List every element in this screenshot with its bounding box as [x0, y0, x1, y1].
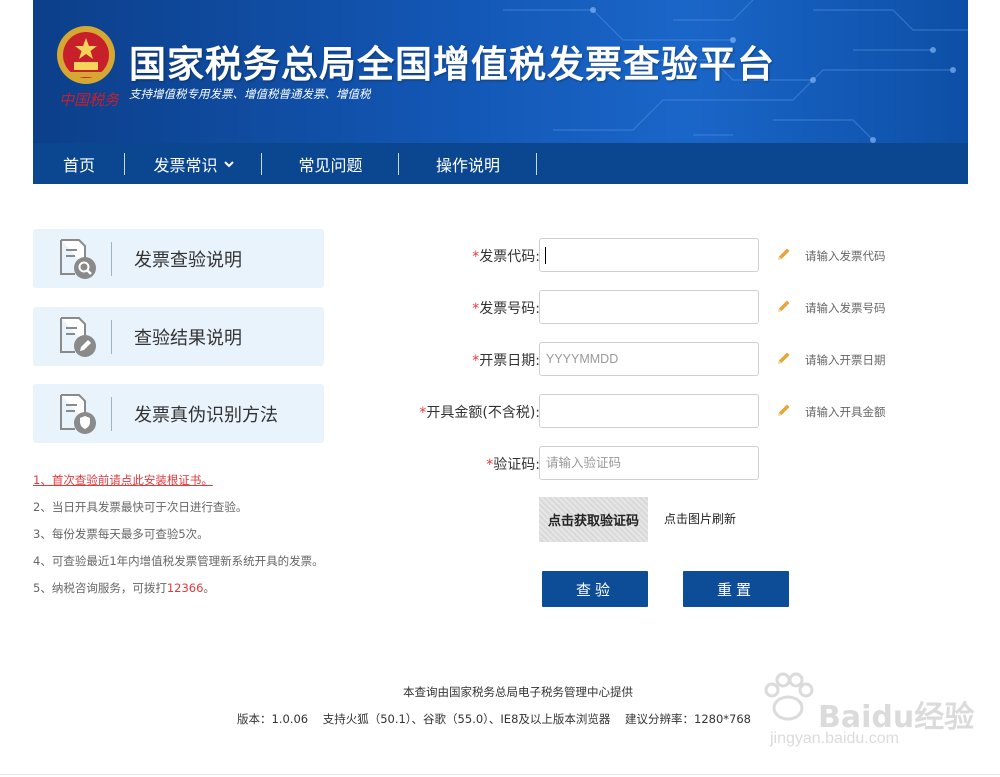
form-row-invoice-number: *发票号码: 请输入发票号码 [330, 290, 930, 324]
note-item: 5、纳税咨询服务，可拨打12366。 [33, 581, 215, 595]
form-row-captcha: *验证码: 请输入验证码 [330, 446, 930, 480]
side-item-verification-guide[interactable]: 发票查验说明 [33, 229, 324, 288]
side-item-result-guide[interactable]: 查验结果说明 [33, 307, 324, 366]
svg-text:中国税务: 中国税务 [59, 91, 119, 109]
nav-item-home[interactable]: 首页 [33, 143, 125, 184]
issue-date-label: 开票日期: [479, 353, 540, 369]
issue-date-input[interactable]: YYYYMMDD [539, 342, 759, 376]
nav-item-invoice-knowledge[interactable]: 发票常识 [125, 143, 262, 184]
pencil-icon [778, 404, 790, 416]
nav-item-label: 首页 [62, 155, 95, 175]
notes-list: 1、首次查验前请点此安装根证书。 2、当日开具发票最快可于次日进行查验。 3、每… [33, 470, 324, 605]
china-tax-seal-icon: 中国税务 [59, 91, 119, 109]
site-header: 中国税务 国家税务总局全国增值税发票查验平台 支持增值税专用发票、增值税普通发票… [33, 0, 968, 184]
invoice-number-input[interactable] [539, 290, 759, 324]
footer-browsers: 支持火狐（50.1）、谷歌（55.0）、IE8及以上版本浏览器 [322, 712, 611, 726]
invoice-code-label: 发票代码: [479, 249, 540, 265]
form-row-issue-date: *开票日期: YYYYMMDD 请输入开票日期 [330, 342, 930, 376]
doc-shield-icon [60, 394, 96, 434]
side-item-label: 发票查验说明 [134, 249, 242, 271]
national-emblem-icon [57, 26, 115, 84]
invoice-number-label: 发票号码: [479, 301, 540, 317]
nav-item-label: 发票常识 [153, 155, 218, 175]
issue-date-hint: 请输入开票日期 [805, 353, 886, 367]
site-subtitle: 支持增值税专用发票、增值税普通发票、增值税 [129, 87, 371, 101]
footer-info: 版本：1.0.06 支持火狐（50.1）、谷歌（55.0）、IE8及以上版本浏览… [237, 711, 751, 727]
form-row-invoice-code: *发票代码: 请输入发票代码 [330, 238, 930, 272]
reset-button[interactable]: 重置 [683, 571, 789, 607]
bottom-divider [0, 774, 1000, 775]
invoice-code-input[interactable] [539, 238, 759, 272]
invoice-number-hint: 请输入发票号码 [805, 301, 886, 315]
doc-edit-icon [60, 317, 96, 357]
side-item-label: 发票真伪识别方法 [134, 404, 278, 426]
form-row-amount: *开具金额(不含税): 请输入开具金额 [330, 394, 930, 428]
nav-item-instructions[interactable]: 操作说明 [399, 143, 537, 184]
chevron-down-icon [223, 160, 234, 167]
watermark-url: jingyan.baidu.com [770, 730, 899, 747]
pencil-icon [778, 352, 790, 364]
footer-version: 版本：1.0.06 [237, 712, 309, 726]
site-title: 国家税务总局全国增值税发票查验平台 [129, 43, 775, 86]
captcha-image[interactable]: 点击获取验证码 [539, 497, 648, 542]
note-item: 3、每份发票每天最多可查验5次。 [33, 527, 209, 541]
submit-button[interactable]: 查验 [542, 571, 648, 607]
note-item: 1、首次查验前请点此安装根证书。 [33, 470, 324, 497]
nav-item-faq[interactable]: 常见问题 [262, 143, 399, 184]
install-root-cert-link[interactable]: 1、首次查验前请点此安装根证书。 [33, 473, 213, 487]
captcha-refresh-text[interactable]: 点击图片刷新 [664, 510, 736, 527]
main-nav: 首页 发票常识 常见问题 操作说明 [33, 143, 968, 184]
pencil-icon [778, 248, 790, 260]
header-banner: 中国税务 国家税务总局全国增值税发票查验平台 支持增值税专用发票、增值税普通发票… [33, 0, 968, 143]
amount-label: 开具金额(不含税): [426, 405, 540, 421]
side-item-authenticity-method[interactable]: 发票真伪识别方法 [33, 384, 324, 443]
amount-input[interactable] [539, 394, 759, 428]
footer-resolution: 建议分辨率：1280*768 [625, 712, 751, 726]
pencil-icon [778, 300, 790, 312]
invoice-code-hint: 请输入发票代码 [805, 249, 886, 263]
amount-hint: 请输入开具金额 [805, 405, 886, 419]
side-item-label: 查验结果说明 [134, 327, 242, 349]
doc-search-icon [60, 239, 96, 279]
nav-item-label: 常见问题 [298, 155, 363, 175]
hotline-number: 12366 [166, 581, 204, 595]
note-item: 4、可查验最近1年内增值税发票管理新系统开具的发票。 [33, 554, 324, 568]
baidu-watermark: Baidu经验 jingyan.baidu.com [758, 668, 974, 758]
captcha-input[interactable]: 请输入验证码 [539, 446, 759, 480]
note-item: 2、当日开具发票最快可于次日进行查验。 [33, 500, 248, 514]
nav-item-label: 操作说明 [435, 155, 500, 175]
captcha-label: 验证码: [493, 457, 540, 473]
paw-icon [764, 672, 814, 721]
